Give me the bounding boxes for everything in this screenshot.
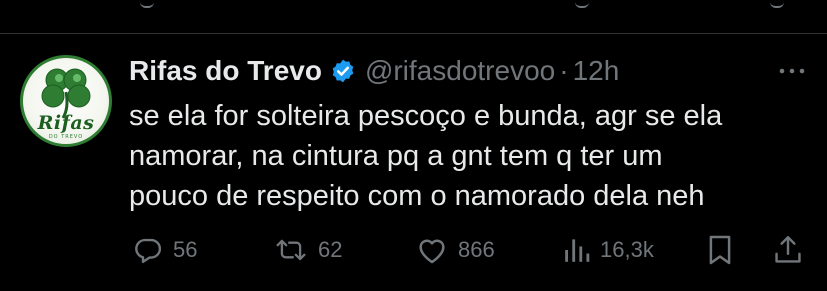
more-options-icon[interactable]: [778, 64, 806, 78]
divider: [0, 33, 827, 34]
reply-button[interactable]: 56: [133, 228, 197, 272]
tweet-header: Rifas do Trevo @rifasdotrevoo · 12h: [129, 52, 619, 90]
heart-icon: [419, 239, 445, 264]
tweet-actions: 56 62 866 16,3k: [0, 228, 827, 272]
timestamp[interactable]: 12h: [573, 55, 620, 87]
tweet-text-line: pouco de respeito com o namorado dela ne…: [129, 180, 705, 212]
previous-tweet-actions: [0, 0, 827, 12]
like-count: 866: [458, 237, 495, 262]
verified-badge-icon[interactable]: [330, 58, 356, 84]
reply-icon[interactable]: [140, 0, 154, 8]
tweet-text-line: namorar, na cintura pq a gnt tem q ter u…: [129, 140, 663, 172]
view-count: 16,3k: [600, 237, 654, 262]
separator-dot: ·: [559, 55, 569, 86]
tweet-text-line: se ela for solteira pescoço e bunda, agr…: [129, 100, 723, 132]
repost-count: 62: [318, 237, 343, 262]
views-button[interactable]: 16,3k: [564, 228, 654, 272]
avatar-logo-subtext: DO TREVO: [48, 134, 84, 140]
share-icon: [775, 236, 801, 263]
share-button[interactable]: [774, 228, 802, 272]
author-handle[interactable]: @rifasdotrevoo: [365, 55, 555, 87]
author-name[interactable]: Rifas do Trevo: [129, 55, 322, 87]
share-icon[interactable]: [770, 0, 784, 8]
repost-button[interactable]: 62: [274, 228, 342, 272]
avatar[interactable]: Rifas DO TREVO: [20, 55, 112, 147]
avatar-logo-text: Rifas: [37, 112, 95, 134]
bookmark-icon[interactable]: [575, 0, 589, 8]
tweet-page: Rifas DO TREVO Rifas do Trevo @rifasdotr…: [0, 0, 827, 291]
tweet-text: se ela for solteira pescoço e bunda, agr…: [129, 96, 819, 216]
bookmark-icon: [709, 235, 731, 265]
like-button[interactable]: 866: [416, 228, 495, 272]
reply-icon: [135, 238, 162, 264]
bookmark-button[interactable]: [707, 228, 733, 272]
reply-count: 56: [173, 237, 198, 262]
repost-icon: [276, 239, 306, 261]
views-chart-icon: [565, 239, 590, 262]
